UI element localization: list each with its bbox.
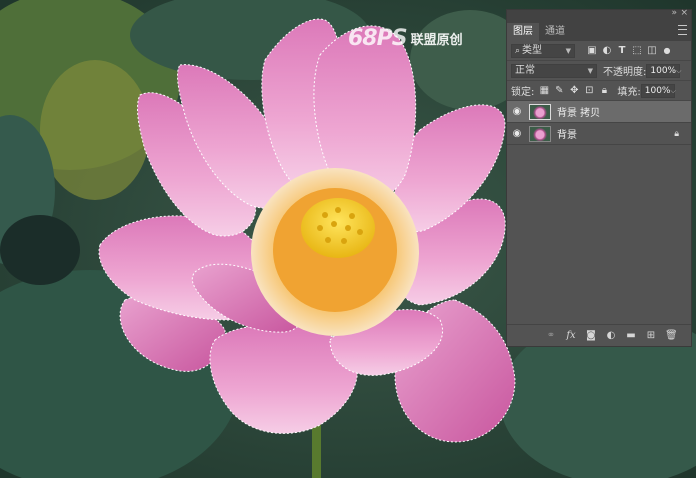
blend-mode-value: 正常	[515, 64, 535, 76]
layer-thumbnail	[529, 125, 551, 142]
opacity-label: 不透明度:	[603, 67, 647, 78]
panel-tabs: 图层 通道	[507, 21, 691, 41]
blend-mode-select[interactable]: 正常 ▼	[511, 63, 597, 78]
lock-label: 锁定:	[511, 87, 535, 98]
lock-transparent-icon[interactable]: ▦	[537, 85, 551, 96]
chevron-down-icon: ▼	[565, 46, 571, 55]
layers-panel: » × 图层 通道 ⌕ 类型 ▼ ▣ ◐ T ⬚ ◫ ● 正常 ▼ 不透明度: …	[506, 8, 692, 347]
fill-value: 100%	[644, 85, 671, 96]
close-icon[interactable]: ×	[680, 8, 688, 18]
lock-position-icon[interactable]: ✥	[567, 85, 581, 96]
lock-image-icon[interactable]: ✎	[552, 85, 566, 96]
tab-layers[interactable]: 图层	[507, 23, 539, 41]
panel-titlebar: » ×	[507, 8, 691, 21]
layer-thumbnail	[529, 103, 551, 120]
watermark-text: 联盟原创	[410, 33, 463, 48]
layer-name[interactable]: 背景 拷贝	[557, 104, 600, 119]
filter-toggle-icon[interactable]: ●	[660, 46, 674, 55]
chevron-down-icon[interactable]: ⌵	[676, 64, 681, 78]
chevron-down-icon[interactable]: ⌵	[670, 84, 675, 98]
layer-list: ◉ 背景 拷贝 ◉ 背景 🔒︎	[507, 101, 691, 145]
panel-footer: ⚭ fx ◙ ◐ ▬ ⊞ 🗑︎	[507, 324, 691, 346]
opacity-input[interactable]: 100% ⌵	[646, 63, 681, 78]
trash-icon[interactable]: 🗑︎	[665, 330, 678, 341]
panel-menu-icon[interactable]	[678, 25, 687, 35]
fx-icon[interactable]: fx	[565, 330, 577, 341]
lock-artboard-icon[interactable]: ⊡	[582, 85, 596, 96]
lock-all-icon[interactable]: 🔒︎	[597, 85, 611, 96]
add-mask-icon[interactable]: ◙	[585, 330, 597, 341]
lotus-leaf	[40, 60, 150, 200]
fill-label: 填充:	[617, 87, 641, 98]
filter-shape-icon[interactable]: ⬚	[630, 45, 644, 56]
filter-smartobject-icon[interactable]: ◫	[645, 45, 659, 56]
layer-row[interactable]: ◉ 背景 🔒︎	[507, 123, 691, 145]
filter-kind-select[interactable]: ⌕ 类型 ▼	[511, 43, 575, 58]
filter-type-icon[interactable]: T	[615, 45, 629, 56]
visibility-eye-icon[interactable]: ◉	[507, 106, 527, 117]
visibility-eye-icon[interactable]: ◉	[507, 128, 527, 139]
blend-row: 正常 ▼ 不透明度: 100% ⌵	[507, 61, 691, 81]
collapse-icon[interactable]: »	[671, 8, 677, 18]
chevron-down-icon: ▼	[587, 66, 593, 75]
adjustment-layer-icon[interactable]: ◐	[605, 330, 617, 341]
dark-water	[0, 215, 80, 285]
lock-icon: 🔒︎	[674, 128, 679, 139]
new-group-icon[interactable]: ▬	[625, 330, 637, 341]
filter-pixel-icon[interactable]: ▣	[585, 45, 599, 56]
filter-adjustment-icon[interactable]: ◐	[600, 45, 614, 56]
layer-row[interactable]: ◉ 背景 拷贝	[507, 101, 691, 123]
filter-kind-value: 类型	[522, 44, 543, 56]
lock-row: 锁定: ▦ ✎ ✥ ⊡ 🔒︎ 填充: 100% ⌵	[507, 81, 691, 101]
link-layers-icon[interactable]: ⚭	[545, 330, 557, 341]
new-layer-icon[interactable]: ⊞	[645, 330, 657, 341]
layer-name[interactable]: 背景	[557, 126, 577, 141]
filter-row: ⌕ 类型 ▼ ▣ ◐ T ⬚ ◫ ●	[507, 41, 691, 61]
watermark: 68PS 联盟原创	[348, 26, 463, 51]
watermark-logo: 68PS	[348, 26, 408, 51]
search-icon: ⌕	[515, 45, 521, 56]
tab-channels[interactable]: 通道	[539, 23, 571, 41]
fill-input[interactable]: 100% ⌵	[640, 83, 676, 98]
opacity-value: 100%	[650, 65, 677, 76]
